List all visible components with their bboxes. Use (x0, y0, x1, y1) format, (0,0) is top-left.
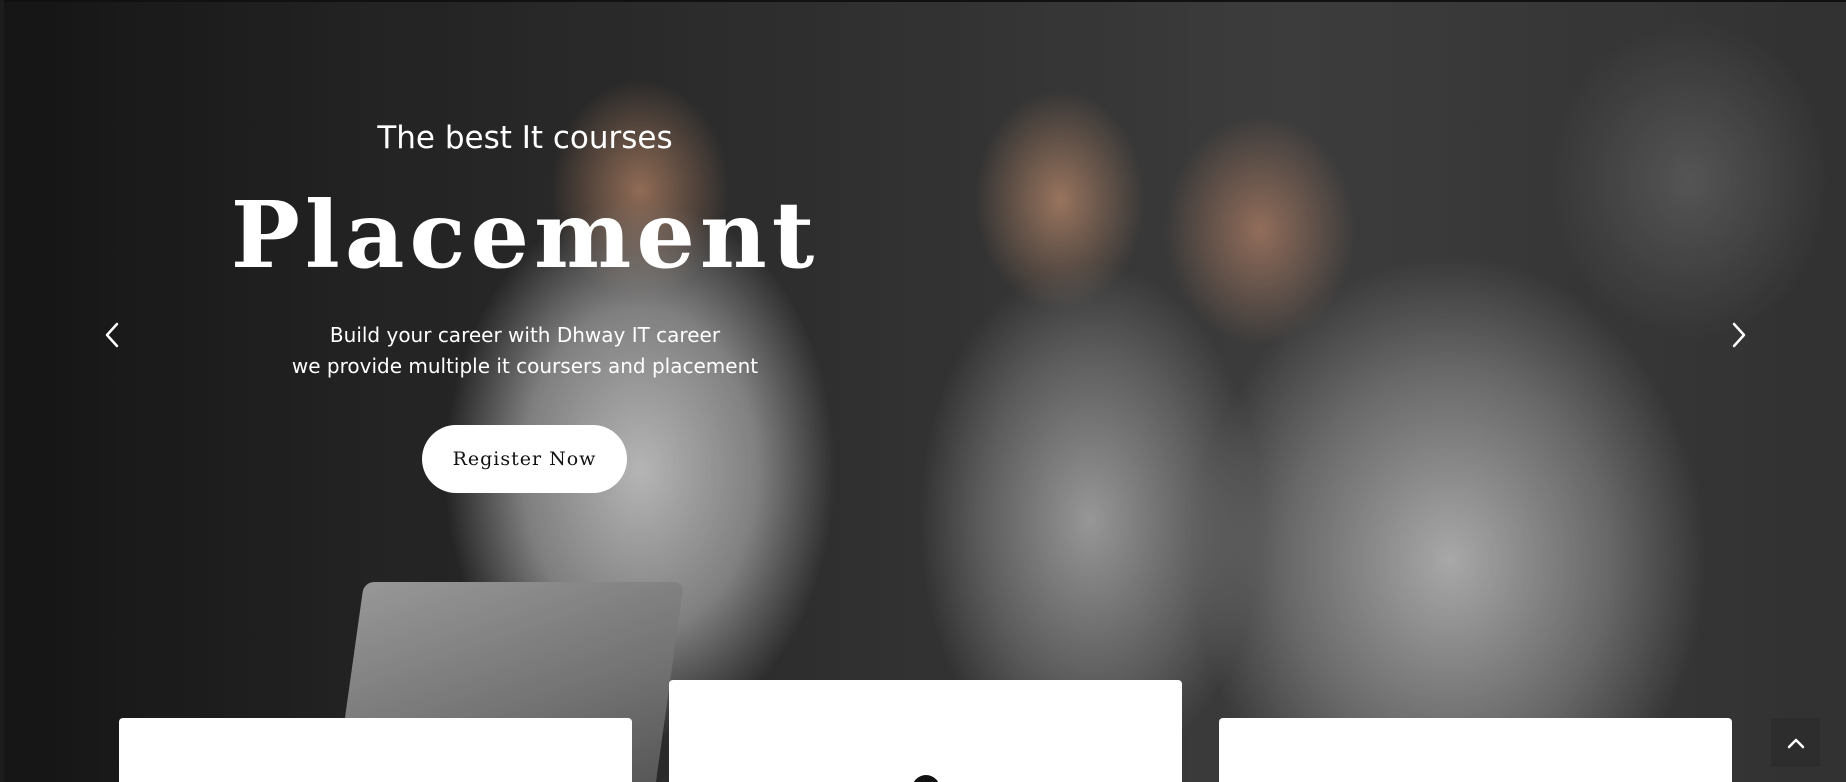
scroll-to-top-button[interactable] (1771, 718, 1820, 767)
carousel-next-button[interactable] (1722, 318, 1756, 352)
chevron-right-icon (1732, 322, 1746, 348)
chevron-up-icon (1787, 738, 1804, 748)
chevron-left-icon (105, 322, 119, 348)
top-border (0, 0, 1846, 2)
hero-description: Build your career with Dhway IT career w… (225, 320, 825, 382)
feature-card-3[interactable] (1219, 718, 1732, 782)
carousel-prev-button[interactable] (95, 318, 129, 352)
hero-description-line-2: we provide multiple it coursers and plac… (291, 354, 759, 378)
hero-description-line-1: Build your career with Dhway IT career (329, 323, 721, 347)
feature-icon (912, 775, 940, 782)
left-border (0, 0, 4, 782)
register-now-button[interactable]: Register Now (422, 425, 627, 493)
hero-headline: Placement (230, 181, 820, 289)
hero-subtitle: The best It courses (377, 120, 673, 156)
hero-overlay (0, 0, 1846, 782)
feature-card-2[interactable] (669, 680, 1182, 782)
feature-card-1[interactable] (119, 718, 632, 782)
hero-banner: The best It courses Placement Build your… (0, 0, 1846, 782)
